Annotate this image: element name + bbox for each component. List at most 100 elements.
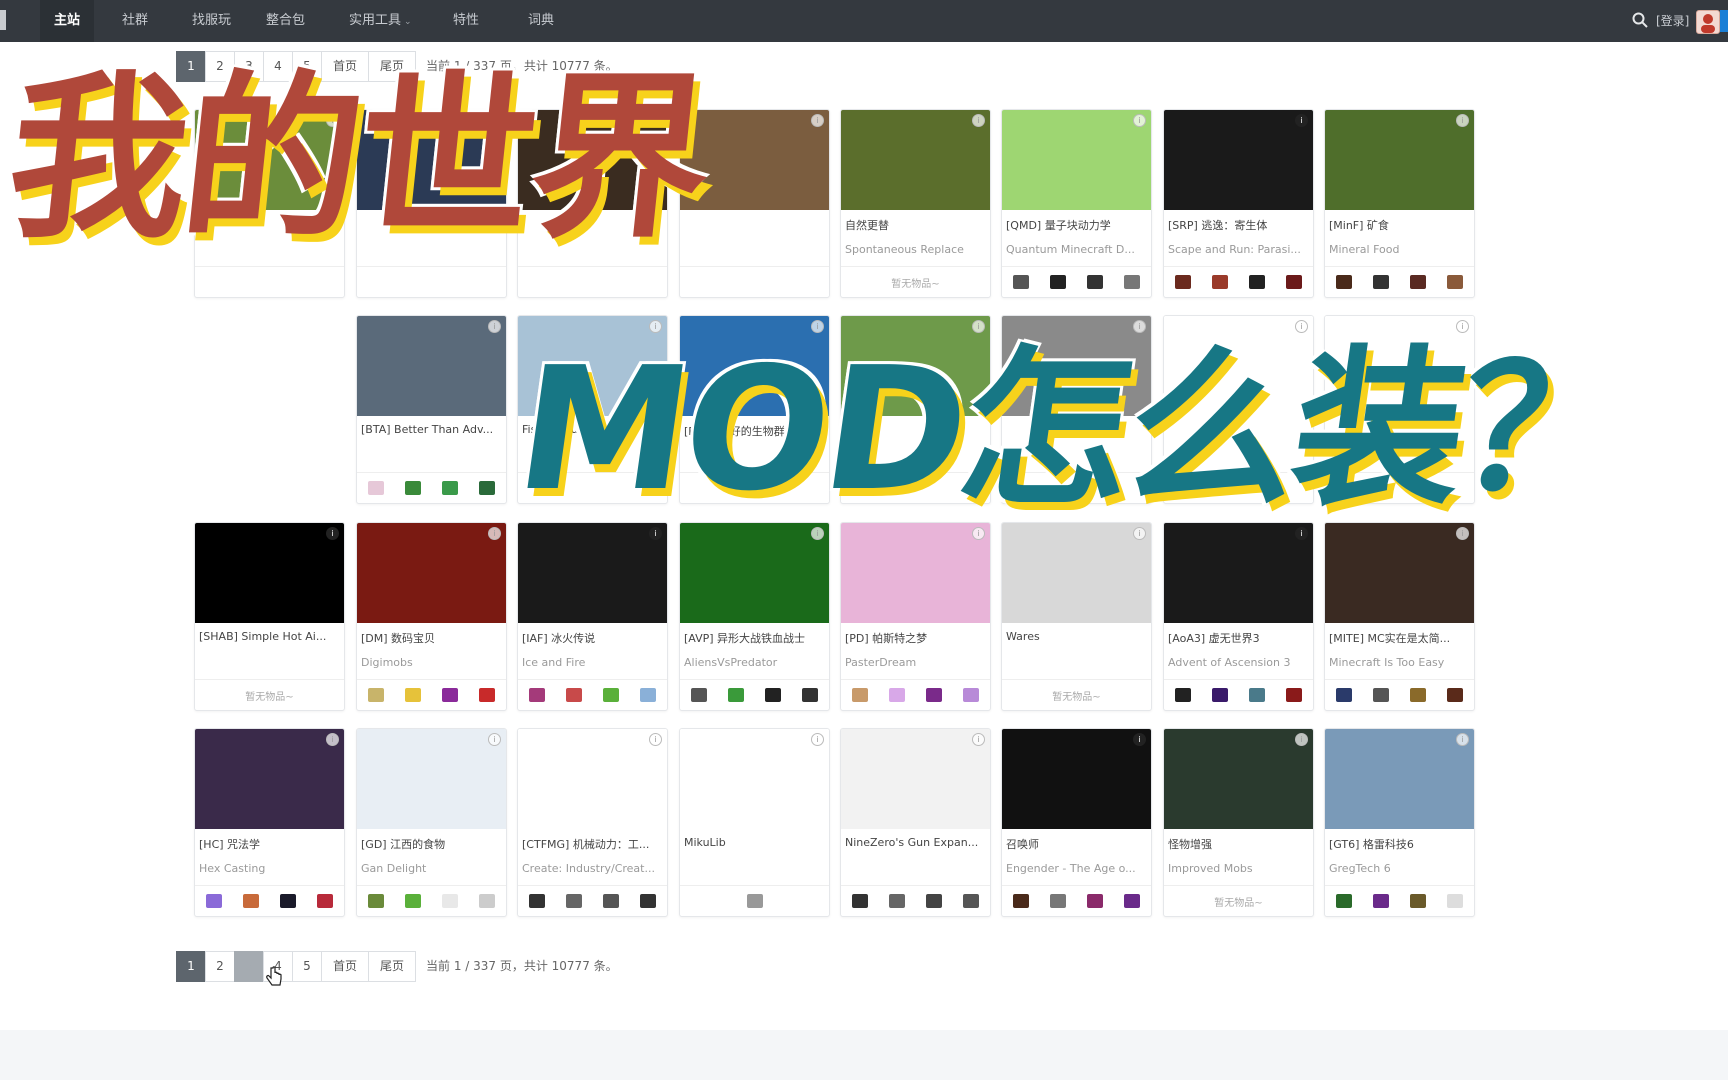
mod-card[interactable]: i [BTA] Better Than Adv...	[356, 315, 507, 504]
item-icon[interactable]	[1174, 275, 1191, 289]
item-icon[interactable]	[442, 688, 459, 702]
nav-item-community[interactable]: 社群	[122, 0, 148, 42]
item-icon[interactable]	[1249, 275, 1266, 289]
item-icon[interactable]	[963, 894, 980, 908]
item-icon[interactable]	[888, 894, 905, 908]
info-icon[interactable]: i	[811, 114, 824, 127]
mod-card[interactable]: i [SRP] 逃逸：寄生体 Scape and Run: Parasi...	[1163, 109, 1314, 298]
mod-title[interactable]: [AVP] 异形大战铁血战士	[684, 630, 825, 646]
nav-item-home[interactable]: 主站	[40, 0, 94, 42]
item-icon[interactable]	[1410, 275, 1427, 289]
item-icon[interactable]	[1124, 275, 1141, 289]
item-icon[interactable]	[528, 688, 545, 702]
site-logo[interactable]	[0, 10, 6, 30]
mod-title[interactable]: 自然更替	[845, 217, 986, 233]
mod-thumbnail[interactable]: i	[841, 110, 990, 210]
item-icon[interactable]	[1447, 894, 1464, 908]
info-icon[interactable]: i	[326, 527, 339, 540]
last-page-button[interactable]: 尾页	[368, 951, 416, 982]
item-icon[interactable]	[479, 894, 496, 908]
item-icon[interactable]	[1012, 275, 1029, 289]
info-icon[interactable]: i	[488, 733, 501, 746]
item-icon[interactable]	[1049, 894, 1066, 908]
mod-title[interactable]: [MinF] 矿食	[1329, 217, 1470, 233]
page-button[interactable]: 3	[234, 951, 264, 982]
mod-thumbnail[interactable]: i	[357, 729, 506, 829]
info-icon[interactable]: i	[1456, 733, 1469, 746]
first-page-button[interactable]: 首页	[321, 951, 369, 982]
mod-card[interactable]: i [MinF] 矿食 Mineral Food	[1324, 109, 1475, 298]
item-icon[interactable]	[1249, 688, 1266, 702]
item-icon[interactable]	[1211, 275, 1228, 289]
item-icon[interactable]	[367, 894, 384, 908]
item-icon[interactable]	[1372, 688, 1389, 702]
mod-card[interactable]: i [DM] 数码宝贝 Digimobs	[356, 522, 507, 711]
info-icon[interactable]: i	[326, 733, 339, 746]
nav-item-tools[interactable]: 实用工具 ⌄	[349, 0, 412, 42]
mod-title[interactable]: [BTA] Better Than Adv...	[361, 423, 502, 436]
item-icon[interactable]	[565, 688, 582, 702]
mod-card[interactable]: i 怪物增强 Improved Mobs 暂无物品~	[1163, 728, 1314, 917]
mod-title[interactable]: MikuLib	[684, 836, 825, 849]
item-icon[interactable]	[1087, 275, 1104, 289]
info-icon[interactable]: i	[488, 527, 501, 540]
mod-card[interactable]: i 召唤师 Engender - The Age o...	[1001, 728, 1152, 917]
item-icon[interactable]	[1174, 688, 1191, 702]
item-icon[interactable]	[727, 688, 744, 702]
mod-card[interactable]: i [SHAB] Simple Hot Ai... 暂无物品~	[194, 522, 345, 711]
item-icon[interactable]	[1286, 688, 1303, 702]
item-icon[interactable]	[1410, 894, 1427, 908]
mod-card[interactable]: i [IAF] 冰火传说 Ice and Fire	[517, 522, 668, 711]
info-icon[interactable]: i	[811, 733, 824, 746]
item-icon[interactable]	[404, 481, 421, 495]
mod-thumbnail[interactable]: i	[195, 729, 344, 829]
item-icon[interactable]	[603, 894, 620, 908]
mod-card[interactable]: i [PD] 帕斯特之梦 PasterDream	[840, 522, 991, 711]
mod-thumbnail[interactable]: i	[1325, 729, 1474, 829]
mod-card[interactable]: i [QMD] 量子块动力学 Quantum Minecraft D...	[1001, 109, 1152, 298]
item-icon[interactable]	[802, 688, 819, 702]
mod-title[interactable]: 召唤师	[1006, 836, 1147, 852]
item-icon[interactable]	[242, 894, 259, 908]
mod-thumbnail[interactable]: i	[1002, 729, 1151, 829]
mod-thumbnail[interactable]: i	[1002, 523, 1151, 623]
item-icon[interactable]	[1335, 894, 1352, 908]
item-icon[interactable]	[404, 688, 421, 702]
item-icon[interactable]	[1211, 688, 1228, 702]
mod-card[interactable]: i [GT6] 格雷科技6 GregTech 6	[1324, 728, 1475, 917]
item-icon[interactable]	[565, 894, 582, 908]
mod-title[interactable]: [SHAB] Simple Hot Ai...	[199, 630, 340, 643]
mod-card[interactable]: i Wares 暂无物品~	[1001, 522, 1152, 711]
mod-thumbnail[interactable]: i	[195, 523, 344, 623]
item-icon[interactable]	[603, 688, 620, 702]
mod-thumbnail[interactable]: i	[1325, 110, 1474, 210]
item-icon[interactable]	[479, 688, 496, 702]
item-icon[interactable]	[1286, 275, 1303, 289]
nav-item-modpacks[interactable]: 整合包	[266, 0, 305, 42]
nav-item-find-server[interactable]: 找服玩	[192, 0, 231, 42]
page-button[interactable]: 5	[292, 951, 322, 982]
mod-title[interactable]: 怪物增强	[1168, 836, 1309, 852]
mod-title[interactable]: NineZero's Gun Expan...	[845, 836, 986, 849]
mod-thumbnail[interactable]: i	[1164, 110, 1313, 210]
item-icon[interactable]	[528, 894, 545, 908]
mod-card[interactable]: i [GD] 江西的食物 Gan Delight	[356, 728, 507, 917]
item-icon[interactable]	[1447, 275, 1464, 289]
item-icon[interactable]	[851, 894, 868, 908]
item-icon[interactable]	[851, 688, 868, 702]
mod-card[interactable]: i [AoA3] 虚无世界3 Advent of Ascension 3	[1163, 522, 1314, 711]
mod-thumbnail[interactable]: i	[518, 729, 667, 829]
mod-card[interactable]: i MikuLib	[679, 728, 830, 917]
mod-card[interactable]: i 自然更替 Spontaneous Replace 暂无物品~	[840, 109, 991, 298]
info-icon[interactable]: i	[1456, 114, 1469, 127]
mod-thumbnail[interactable]: i	[841, 523, 990, 623]
item-icon[interactable]	[746, 894, 763, 908]
mod-title[interactable]: [CTFMG] 机械动力：工...	[522, 836, 663, 852]
page-button[interactable]: 1	[176, 951, 206, 982]
search-icon[interactable]	[1632, 12, 1648, 28]
info-icon[interactable]: i	[649, 733, 662, 746]
mod-thumbnail[interactable]: i	[680, 729, 829, 829]
mod-thumbnail[interactable]: i	[680, 523, 829, 623]
mod-title[interactable]: [GT6] 格雷科技6	[1329, 836, 1470, 852]
info-icon[interactable]: i	[488, 320, 501, 333]
